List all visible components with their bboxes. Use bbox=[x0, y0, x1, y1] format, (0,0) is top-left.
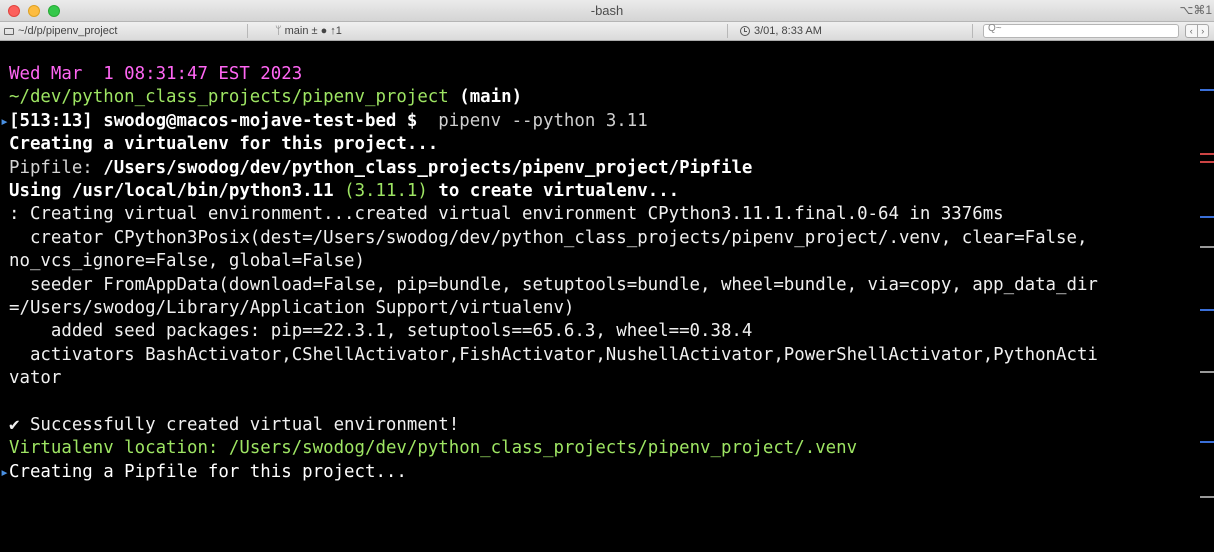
output-line: Pipfile: /Users/swodog/dev/python_class_… bbox=[9, 157, 753, 178]
window-shortcut: ⌥⌘1 bbox=[1179, 3, 1212, 17]
status-bar: ~/d/p/pipenv_project ᛘ main ± ● ↑1 3/01, … bbox=[0, 22, 1214, 41]
status-divider bbox=[972, 24, 973, 38]
scroll-mark bbox=[1200, 153, 1214, 155]
command: pipenv --python 3.11 bbox=[438, 110, 648, 131]
status-clock-text: 3/01, 8:33 AM bbox=[754, 25, 822, 37]
output-line: creator CPython3Posix(dest=/Users/swodog… bbox=[9, 227, 1088, 248]
title-bar: -bash ⌥⌘1 bbox=[0, 0, 1214, 22]
scroll-mark bbox=[1200, 216, 1214, 218]
output-line: ✔ Successfully created virtual environme… bbox=[9, 414, 460, 435]
status-divider bbox=[247, 24, 248, 38]
scroll-mark bbox=[1200, 441, 1214, 443]
search-icon: Q~ bbox=[988, 23, 1002, 34]
output-line: activators BashActivator,CShellActivator… bbox=[9, 344, 1098, 365]
scroll-mark bbox=[1200, 246, 1214, 248]
date-line: Wed Mar 1 08:31:47 EST 2023 bbox=[9, 64, 303, 84]
status-path-text: ~/d/p/pipenv_project bbox=[18, 25, 118, 37]
search-input[interactable]: Q~ bbox=[983, 23, 1179, 38]
terminal-window: -bash ⌥⌘1 ~/d/p/pipenv_project ᛘ main ± ●… bbox=[0, 0, 1214, 552]
scroll-mark bbox=[1200, 161, 1214, 163]
status-git-text: main ± ● ↑1 bbox=[284, 25, 342, 37]
output-line: added seed packages: pip==22.3.1, setupt… bbox=[9, 321, 753, 342]
output-line: Virtualenv location: /Users/swodog/dev/p… bbox=[9, 438, 858, 459]
scroll-marks bbox=[1200, 41, 1214, 552]
status-path[interactable]: ~/d/p/pipenv_project bbox=[4, 22, 117, 40]
nav-arrows[interactable]: ‹ › bbox=[1185, 24, 1209, 38]
git-branch: (main) bbox=[459, 87, 523, 108]
prompt-line: ▸ [513:13] swodog@macos-mojave-test-bed $… bbox=[0, 110, 1200, 133]
cwd-line: ~/dev/python_class_projects/pipenv_proje… bbox=[0, 86, 1200, 109]
branch-icon: ᛘ bbox=[275, 25, 282, 37]
clock-icon bbox=[740, 26, 750, 36]
next-arrow-icon[interactable]: › bbox=[1198, 25, 1209, 37]
output-line: Creating a virtualenv for this project..… bbox=[9, 134, 439, 155]
scroll-mark bbox=[1200, 371, 1214, 373]
scroll-mark bbox=[1200, 496, 1214, 498]
prompt-mark-icon: ▸ bbox=[0, 111, 10, 130]
output-line: ▸ Creating a Pipfile for this project... bbox=[0, 461, 1200, 484]
scroll-mark bbox=[1200, 89, 1214, 91]
output-line: =/Users/swodog/Library/Application Suppo… bbox=[9, 297, 575, 318]
cwd-path: ~/dev/python_class_projects/pipenv_proje… bbox=[9, 87, 449, 108]
output-line: vator bbox=[9, 368, 62, 389]
output-line: Using /usr/local/bin/python3.11 (3.11.1)… bbox=[9, 180, 680, 201]
terminal-output[interactable]: Wed Mar 1 08:31:47 EST 2023 ~/dev/python… bbox=[0, 63, 1200, 484]
prompt-mark-icon: ▸ bbox=[0, 462, 10, 481]
output-line: seeder FromAppData(download=False, pip=b… bbox=[9, 274, 1098, 295]
folder-icon bbox=[4, 28, 14, 35]
status-git[interactable]: ᛘ main ± ● ↑1 bbox=[275, 22, 342, 40]
scroll-mark bbox=[1200, 309, 1214, 311]
status-clock: 3/01, 8:33 AM bbox=[740, 22, 822, 40]
prompt: [513:13] swodog@macos-mojave-test-bed $ bbox=[9, 110, 418, 131]
output-line: : Creating virtual environment...created… bbox=[9, 204, 1004, 225]
output-line: no_vcs_ignore=False, global=False) bbox=[9, 251, 365, 272]
prev-arrow-icon[interactable]: ‹ bbox=[1186, 25, 1198, 37]
window-title: -bash bbox=[590, 3, 624, 18]
status-divider bbox=[727, 24, 728, 38]
